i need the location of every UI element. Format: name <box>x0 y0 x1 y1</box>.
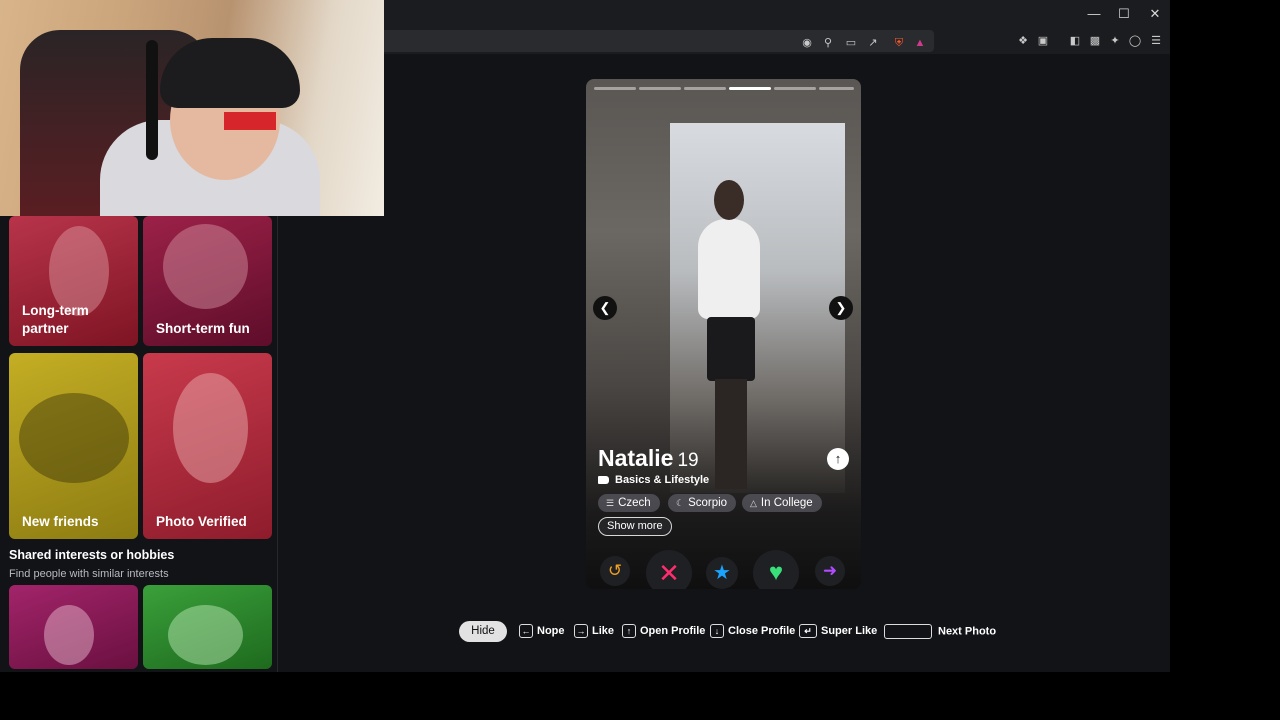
cap-logo <box>224 112 276 130</box>
sidebar-icon[interactable]: ◧ <box>1067 33 1083 49</box>
section-subtitle: Find people with similar interests <box>9 568 169 580</box>
brave-rewards-icon[interactable]: ▲ <box>912 35 928 51</box>
show-more-button[interactable]: Show more <box>598 517 672 536</box>
like-icon[interactable]: ♥ <box>753 550 799 589</box>
maximize-icon[interactable]: ☐ <box>1109 4 1139 24</box>
profile-name-row: Natalie 19 <box>598 445 699 472</box>
previous-photo-button[interactable]: ❮ <box>593 296 617 320</box>
brave-shield-icon[interactable]: ⛨ <box>891 35 907 51</box>
wallet-icon[interactable]: ▩ <box>1087 33 1103 49</box>
photo-progress-6 <box>819 87 854 90</box>
language-icon: ☰ <box>606 498 615 508</box>
arrow-left-key-icon: ← <box>519 624 533 638</box>
headphones <box>146 40 158 160</box>
extensions-icon[interactable]: ❖ <box>1015 33 1031 49</box>
basics-label: Basics & Lifestyle <box>615 474 710 486</box>
menu-icon[interactable]: ☰ <box>1148 33 1164 49</box>
tile-illustration <box>173 373 248 483</box>
profile-card[interactable]: ❮ ❯ Natalie 19 ↑ Basics & Lifestyle ☰ Czec… <box>586 79 861 589</box>
tag-icon <box>598 476 609 484</box>
shortcut-label: Close Profile <box>728 624 796 637</box>
shortcut-super-like: ↵ Super Like <box>799 624 877 638</box>
basics-lifestyle-heading: Basics & Lifestyle <box>598 474 709 486</box>
zodiac-icon: ☾ <box>676 498 685 508</box>
graduation-cap-icon: △ <box>750 498 757 508</box>
chip-label: Czech <box>618 497 651 509</box>
chip-label: Scorpio <box>688 497 728 509</box>
shortcut-label: Nope <box>537 624 565 637</box>
rewind-icon[interactable]: ↺ <box>600 556 630 586</box>
share-icon[interactable]: ↗ <box>865 35 881 51</box>
person-skirt <box>707 317 755 381</box>
section-title: Shared interests or hobbies <box>9 548 175 562</box>
keyboard-shortcuts-bar: ← Nope → Like ↑ Open Profile ↓ Close Profile… <box>0 621 1170 643</box>
person-legs <box>715 379 747 489</box>
shortcut-label: Like <box>592 624 615 637</box>
tile-label: Photo Verified <box>156 514 247 529</box>
shortcut-label: Next Photo <box>938 625 997 638</box>
minimize-icon[interactable]: — <box>1079 4 1109 24</box>
tile-short-term-fun[interactable]: Short-term fun <box>143 216 272 346</box>
next-photo-button[interactable]: ❯ <box>829 296 853 320</box>
tile-label: Short-term fun <box>156 321 250 336</box>
open-profile-icon[interactable]: ↑ <box>827 448 849 470</box>
photo-progress-5 <box>774 87 816 90</box>
tile-illustration <box>163 224 248 309</box>
person-hair <box>714 180 744 220</box>
tile-long-term-partner[interactable]: Long-term partner <box>9 216 138 346</box>
tile-label: New friends <box>22 514 99 529</box>
close-icon[interactable]: ✕ <box>1140 4 1170 24</box>
address-bar: ◉ ⚲ ▭ ↗ ⛨ ▲ ❖ ▣ ◧ ▩ ✦ ◯ ☰ <box>384 28 1170 54</box>
vpn-icon[interactable]: ◯ <box>1127 33 1143 49</box>
nope-icon[interactable]: ✕ <box>646 550 692 589</box>
profile-photo[interactable] <box>586 79 861 589</box>
person-sweater <box>698 219 760 319</box>
webcam-overlay <box>0 0 384 216</box>
photo-progress-2 <box>639 87 681 90</box>
photo-progress-4 <box>729 87 771 90</box>
photo-progress-1 <box>594 87 636 90</box>
space-key-icon <box>884 624 932 639</box>
location-icon[interactable]: ◉ <box>799 35 815 51</box>
photo-progress-3 <box>684 87 726 90</box>
shortcut-nope: ← Nope <box>519 624 565 638</box>
shortcut-label: Open Profile <box>640 624 706 637</box>
shortcut-open-profile: ↑ Open Profile <box>622 624 705 638</box>
screenshot-icon[interactable]: ▣ <box>1035 33 1051 49</box>
boost-icon[interactable]: ➜ <box>815 556 845 586</box>
cap <box>160 38 300 108</box>
arrow-right-key-icon: → <box>574 624 588 638</box>
url-field[interactable]: ◉ ⚲ ▭ ↗ ⛨ ▲ <box>384 30 934 52</box>
profile-name: Natalie <box>598 445 674 471</box>
tile-label: Long-term partner <box>22 303 89 336</box>
chip-education: △ In College <box>742 494 822 512</box>
enter-key-icon: ↵ <box>799 624 817 638</box>
tile-illustration <box>19 393 129 483</box>
chip-language: ☰ Czech <box>598 494 660 512</box>
cast-icon[interactable]: ▭ <box>843 35 859 51</box>
shortcut-close-profile: ↓ Close Profile <box>710 624 795 638</box>
super-like-icon[interactable]: ★ <box>706 557 738 589</box>
shortcut-like: → Like <box>574 624 614 638</box>
arrow-up-key-icon: ↑ <box>622 624 636 638</box>
shortcut-next-photo: Next Photo <box>884 624 996 639</box>
zoom-icon[interactable]: ⚲ <box>820 35 836 51</box>
chip-label: In College <box>760 497 813 509</box>
tile-photo-verified[interactable]: Photo Verified <box>143 353 272 539</box>
arrow-down-key-icon: ↓ <box>710 624 724 638</box>
shortcut-label: Super Like <box>821 624 878 637</box>
profile-age: 19 <box>677 450 699 471</box>
chip-zodiac: ☾ Scorpio <box>668 494 737 512</box>
leo-ai-icon[interactable]: ✦ <box>1107 33 1123 49</box>
tile-new-friends[interactable]: New friends <box>9 353 138 539</box>
